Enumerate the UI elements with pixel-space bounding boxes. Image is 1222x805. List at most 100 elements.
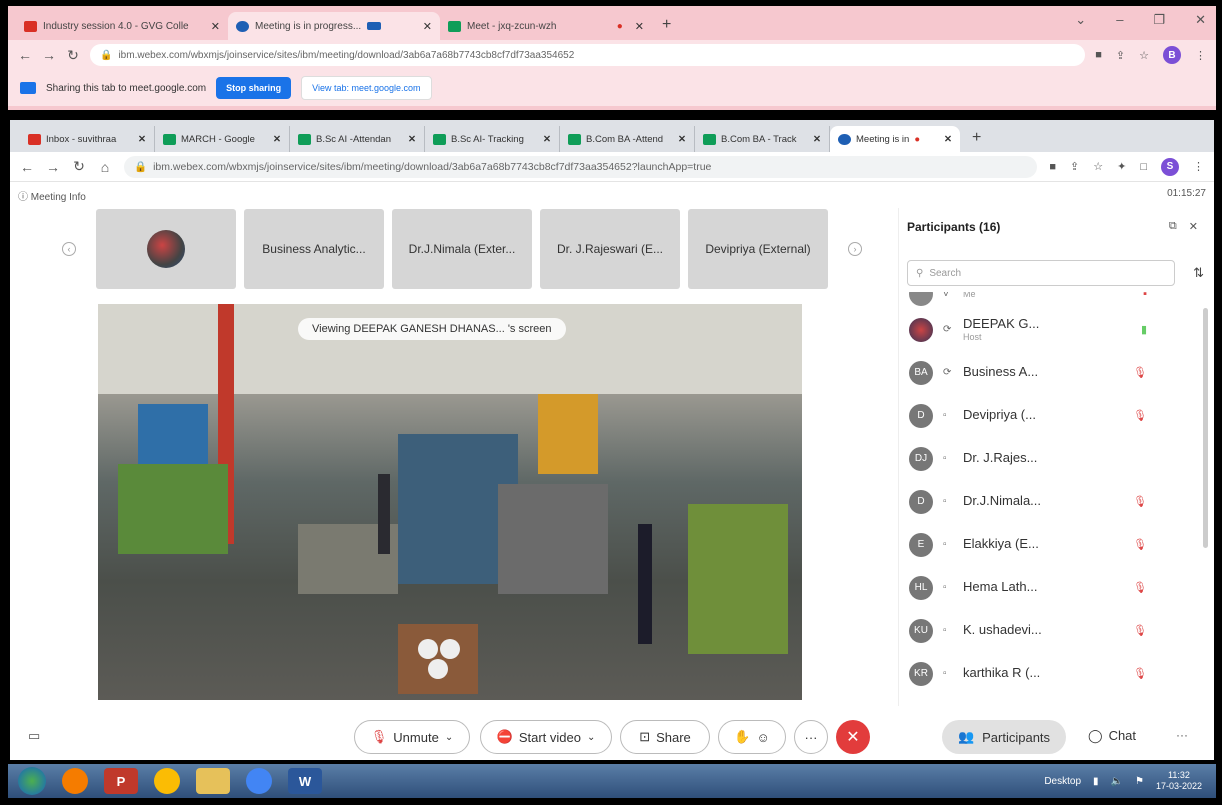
firefox-icon[interactable] <box>62 768 88 794</box>
tab-bsc-attendance[interactable]: B.Sc AI -Attendan ✕ <box>290 126 425 152</box>
tile-host[interactable] <box>96 209 236 289</box>
captions-icon[interactable]: ▭ <box>28 728 40 744</box>
webex-icon <box>838 133 851 145</box>
url-field[interactable]: 🔒 ibm.webex.com/wbxmjs/joinservice/sites… <box>124 155 1038 178</box>
leave-meeting-button[interactable]: ✕ <box>836 720 870 754</box>
close-icon[interactable]: ✕ <box>678 134 686 145</box>
close-icon[interactable]: ✕ <box>944 134 952 145</box>
close-panel-icon[interactable]: ✕ <box>1189 220 1198 233</box>
tab-bcom-tracking[interactable]: B.Com BA - Track ✕ <box>695 126 830 152</box>
hand-icon[interactable]: ✋ <box>734 729 750 745</box>
back-icon[interactable]: ← <box>18 47 32 63</box>
menu-icon[interactable]: ⋮ <box>1195 49 1206 62</box>
forward-icon[interactable]: → <box>42 47 56 63</box>
desktop-toolbar[interactable]: Desktop <box>1044 776 1081 787</box>
minimize-button[interactable]: – <box>1116 12 1123 28</box>
close-icon[interactable]: ✕ <box>211 20 220 33</box>
maximize-button[interactable]: ❐ <box>1153 12 1165 28</box>
star-icon[interactable]: ☆ <box>1139 49 1149 62</box>
view-tab-button[interactable]: View tab: meet.google.com <box>301 76 432 100</box>
flag-icon[interactable]: ⚑ <box>1135 776 1144 787</box>
outer-tab-meeting[interactable]: Meeting is in progress... ✕ <box>228 12 440 40</box>
new-tab-button[interactable]: + <box>960 129 993 152</box>
close-icon[interactable]: ✕ <box>408 134 416 145</box>
more-options-button[interactable]: ··· <box>794 720 828 754</box>
chat-button[interactable]: ◯ Chat <box>1088 728 1136 744</box>
unmute-button[interactable]: 🎙 Unmute ⌄ <box>354 720 470 754</box>
prev-arrow-icon[interactable]: ‹ <box>62 242 76 256</box>
reactions-group[interactable]: ✋ ☺ <box>718 720 786 754</box>
clock[interactable]: 11:32 17-03-2022 <box>1156 770 1202 792</box>
participant-search[interactable]: ⚲ Search <box>907 260 1175 286</box>
emoji-icon[interactable]: ☺ <box>756 730 769 745</box>
share-icon[interactable]: ⇪ <box>1070 160 1079 173</box>
status-icon: ⟳ <box>943 367 952 378</box>
profile-avatar[interactable]: B <box>1163 46 1181 64</box>
tile-participant[interactable]: Business Analytic... <box>244 209 384 289</box>
tab-meeting[interactable]: Meeting is in ● ✕ <box>830 126 960 152</box>
network-icon[interactable]: ▮ <box>1093 776 1099 787</box>
outer-tab-industry[interactable]: Industry session 4.0 - GVG Colle ✕ <box>16 12 228 40</box>
camera-icon[interactable]: ■ <box>1095 49 1102 61</box>
overflow-menu-button[interactable]: ··· <box>1176 728 1188 742</box>
close-icon[interactable]: ✕ <box>635 20 644 33</box>
url-field[interactable]: 🔒 ibm.webex.com/wbxmjs/joinservice/sites… <box>90 44 1086 66</box>
close-icon[interactable]: ✕ <box>543 134 551 145</box>
tab-march[interactable]: MARCH - Google ✕ <box>155 126 290 152</box>
chrome-icon[interactable] <box>154 768 180 794</box>
star-icon[interactable]: ☆ <box>1093 160 1103 173</box>
start-video-button[interactable]: ⛔ Start video ⌄ <box>480 720 612 754</box>
powerpoint-icon[interactable]: P <box>104 768 138 794</box>
word-icon[interactable]: W <box>288 768 322 794</box>
close-window-button[interactable]: ✕ <box>1195 12 1206 28</box>
share-icon[interactable]: ⇪ <box>1116 49 1125 62</box>
tile-participant[interactable]: Dr.J.Nimala (Exter... <box>392 209 532 289</box>
home-icon[interactable]: ⌂ <box>98 159 112 175</box>
camera-icon[interactable]: ■ <box>1049 161 1056 173</box>
participant-scrollbar[interactable] <box>1203 308 1208 548</box>
stop-sharing-button[interactable]: Stop sharing <box>216 77 292 99</box>
participant-row[interactable]: E ▫ Elakkiya (E... 🎙 <box>899 523 1199 566</box>
participant-row[interactable]: DJ ▫ Dr. J.Rajes... <box>899 437 1199 480</box>
tab-inbox[interactable]: Inbox - suvithraa ✕ <box>20 126 155 152</box>
new-tab-button[interactable]: + <box>652 16 681 40</box>
outer-tab-meet[interactable]: Meet - jxq-zcun-wzh ● ✕ <box>440 12 652 40</box>
profile-avatar[interactable]: S <box>1161 157 1179 176</box>
extensions-icon[interactable]: ✦ <box>1117 160 1126 173</box>
sidepanel-icon[interactable]: □ <box>1140 161 1147 173</box>
participant-row[interactable]: KR ▫ karthika R (... 🎙 <box>899 652 1199 695</box>
back-icon[interactable]: ← <box>20 159 34 175</box>
tab-bsc-tracking[interactable]: B.Sc AI- Tracking ✕ <box>425 126 560 152</box>
participants-button[interactable]: 👥 Participants <box>942 720 1066 754</box>
mic-muted-icon: 🎙 <box>370 729 388 744</box>
participant-row[interactable]: BA ⟳ Business A... 🎙 <box>899 351 1199 394</box>
volume-icon[interactable]: 🔈 <box>1111 776 1123 787</box>
close-icon[interactable]: ✕ <box>273 134 281 145</box>
share-button[interactable]: ⊡ Share <box>620 720 710 754</box>
participant-row[interactable]: ˅ Me ▪ <box>899 292 1199 308</box>
chrome-profile-icon[interactable] <box>246 768 272 794</box>
participant-row[interactable]: KU ▫ K. ushadevi... 🎙 <box>899 609 1199 652</box>
reload-icon[interactable]: ↻ <box>72 158 86 175</box>
participant-row[interactable]: HL ▫ Hema Lath... 🎙 <box>899 566 1199 609</box>
tile-participant[interactable]: Dr. J.Rajeswari (E... <box>540 209 680 289</box>
close-icon[interactable]: ✕ <box>138 134 146 145</box>
sort-icon[interactable]: ⇅ <box>1193 265 1204 281</box>
participant-row[interactable]: ⟳ DEEPAK G... Host ▮ <box>899 308 1199 351</box>
participant-row[interactable]: D ▫ Dr.J.Nimala... 🎙 <box>899 480 1199 523</box>
start-button[interactable] <box>18 767 46 795</box>
tab-bcom-attendance[interactable]: B.Com BA -Attend ✕ <box>560 126 695 152</box>
next-arrow-icon[interactable]: › <box>848 242 862 256</box>
dropdown-icon[interactable]: ⌄ <box>1075 12 1086 28</box>
menu-icon[interactable]: ⋮ <box>1193 160 1204 173</box>
reload-icon[interactable]: ↻ <box>66 47 80 64</box>
tile-participant[interactable]: Devipriya (External) <box>688 209 828 289</box>
close-icon[interactable]: ✕ <box>813 134 821 145</box>
panel-controls: ⧉ ✕ <box>1169 220 1198 233</box>
participant-row[interactable]: D ▫ Devipriya (... 🎙 <box>899 394 1199 437</box>
forward-icon[interactable]: → <box>46 159 60 175</box>
close-icon[interactable]: ✕ <box>423 20 432 33</box>
meeting-info[interactable]: ⓘ Meeting Info <box>18 188 86 203</box>
popout-icon[interactable]: ⧉ <box>1169 220 1177 233</box>
folder-icon[interactable] <box>196 768 230 794</box>
